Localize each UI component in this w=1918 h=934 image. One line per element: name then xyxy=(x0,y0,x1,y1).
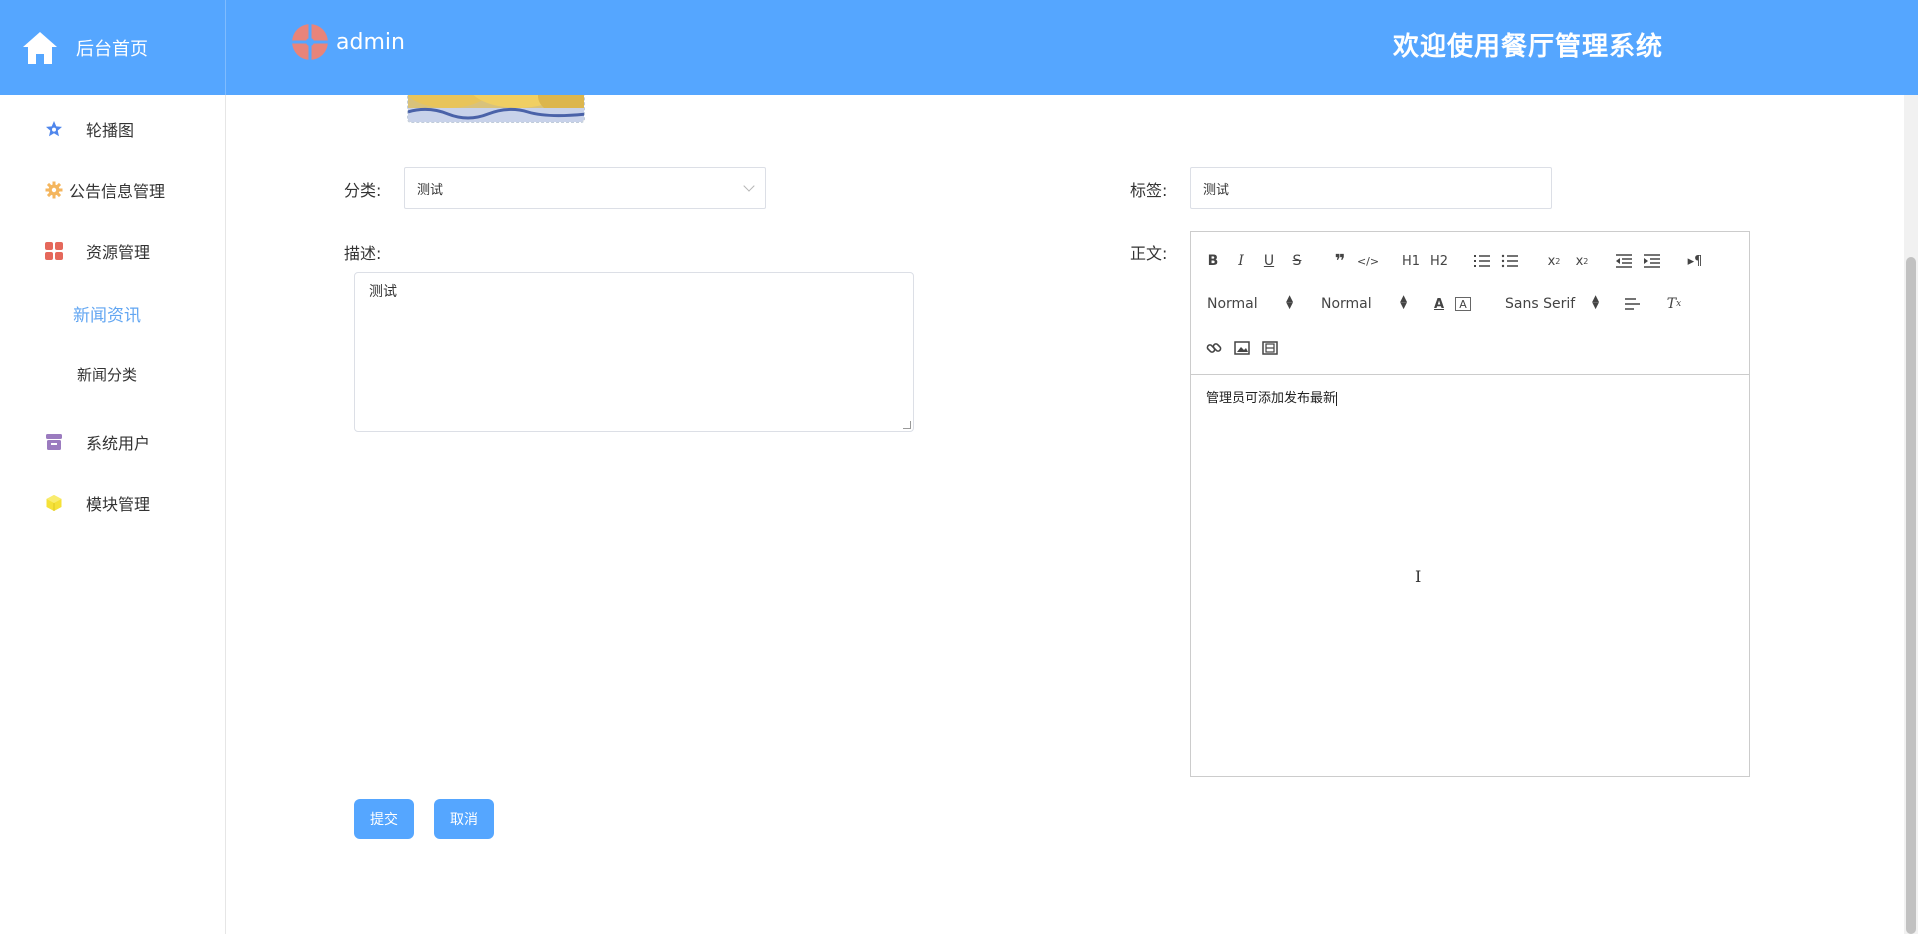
sidebar-item-resources[interactable]: 资源管理 xyxy=(0,231,226,271)
outdent-icon[interactable] xyxy=(1615,251,1633,271)
welcome-title: 欢迎使用餐厅管理系统 xyxy=(1393,32,1664,62)
scrollbar-thumb[interactable] xyxy=(1906,257,1916,934)
text-caret xyxy=(1336,391,1338,406)
category-select[interactable]: 测试 xyxy=(404,167,766,209)
star-icon xyxy=(44,119,64,139)
description-label: 描述: xyxy=(344,244,382,263)
submit-button[interactable]: 提交 xyxy=(354,799,414,839)
sidebar-item-label: 新闻资讯 xyxy=(73,305,141,326)
sidebar: 轮播图 公告信息管理 资源管理 新闻资讯 新闻分类 系统用户 模块管理 xyxy=(0,95,226,934)
heading1-icon[interactable]: H1 xyxy=(1401,251,1421,271)
tags-input[interactable]: 测试 xyxy=(1190,167,1552,209)
align-icon[interactable] xyxy=(1623,294,1641,314)
image-icon[interactable] xyxy=(1233,338,1251,358)
username: admin xyxy=(336,29,405,55)
category-value: 测试 xyxy=(417,182,444,198)
italic-icon[interactable]: I xyxy=(1233,251,1249,271)
sidebar-item-news-category[interactable]: 新闻分类 xyxy=(0,354,226,394)
home-link[interactable]: 后台首页 xyxy=(0,0,226,95)
font-color-icon[interactable]: A xyxy=(1431,294,1447,314)
header-picker[interactable]: Normal ▲ ▼ xyxy=(1321,293,1407,315)
font-picker[interactable]: Sans Serif ▲ ▼ xyxy=(1505,293,1599,315)
underline-icon[interactable]: U xyxy=(1261,251,1277,271)
description-value: 测试 xyxy=(369,284,397,300)
size-picker[interactable]: Normal ▲ ▼ xyxy=(1207,293,1293,315)
archive-icon xyxy=(44,432,64,452)
resize-handle-icon[interactable] xyxy=(903,421,911,429)
cover-image-preview[interactable] xyxy=(407,95,585,123)
text-cursor-icon: I xyxy=(1415,567,1422,586)
sidebar-item-label: 资源管理 xyxy=(86,243,151,262)
blockquote-icon[interactable]: ❞ xyxy=(1331,251,1349,272)
editor-toolbar: B I U S ❞ </> H1 H2 x2 x2 ▸¶ Normal ▲ ▼ … xyxy=(1191,232,1749,375)
updown-icon: ▲ ▼ xyxy=(1286,294,1293,311)
sidebar-item-label: 系统用户 xyxy=(86,434,151,453)
bullet-list-icon[interactable] xyxy=(1501,251,1519,271)
sidebar-item-modules[interactable]: 模块管理 xyxy=(0,483,226,523)
description-textarea[interactable]: 测试 xyxy=(354,272,914,432)
cancel-button[interactable]: 取消 xyxy=(434,799,494,839)
superscript-icon[interactable]: x2 xyxy=(1573,251,1591,271)
sidebar-item-label: 轮播图 xyxy=(86,121,135,140)
sidebar-item-users[interactable]: 系统用户 xyxy=(0,422,226,462)
background-color-icon[interactable]: A xyxy=(1455,297,1471,311)
main-content: 分类: 测试 标签: 测试 描述: 测试 正文: B I U S ❞ </> H… xyxy=(232,95,1918,934)
body-value: 管理员可添加发布最新 xyxy=(1206,391,1337,406)
ordered-list-icon[interactable] xyxy=(1473,251,1491,271)
updown-icon: ▲ ▼ xyxy=(1592,294,1599,311)
size-picker-value: Normal xyxy=(1207,296,1258,312)
sidebar-item-label: 公告信息管理 xyxy=(69,182,166,201)
sidebar-item-notice[interactable]: 公告信息管理 xyxy=(0,170,226,210)
home-label: 后台首页 xyxy=(76,38,148,60)
tags-value: 测试 xyxy=(1203,182,1230,198)
header-picker-value: Normal xyxy=(1321,296,1372,312)
gear-icon xyxy=(44,180,64,200)
link-icon[interactable] xyxy=(1205,338,1223,358)
heading1-label: H1 xyxy=(1401,253,1421,269)
code-block-icon[interactable]: </> xyxy=(1357,251,1379,271)
font-picker-value: Sans Serif xyxy=(1505,296,1576,312)
subscript-icon[interactable]: x2 xyxy=(1545,251,1563,271)
bold-icon[interactable]: B xyxy=(1205,251,1221,271)
updown-icon: ▲ ▼ xyxy=(1400,294,1407,311)
category-label: 分类: xyxy=(344,181,382,200)
body-label: 正文: xyxy=(1130,244,1168,263)
heading2-icon[interactable]: H2 xyxy=(1429,251,1449,271)
tags-label: 标签: xyxy=(1130,181,1168,200)
strikethrough-icon[interactable]: S xyxy=(1289,251,1305,271)
cube-icon xyxy=(44,493,64,513)
sidebar-item-label: 模块管理 xyxy=(86,495,151,514)
sidebar-item-carousel[interactable]: 轮播图 xyxy=(0,109,226,149)
avatar xyxy=(292,24,328,60)
heading2-label: H2 xyxy=(1429,253,1449,269)
grid-icon xyxy=(44,241,64,261)
editor-body[interactable]: 管理员可添加发布最新 xyxy=(1191,375,1749,776)
clear-format-icon[interactable]: Tx xyxy=(1665,294,1683,314)
text-direction-icon[interactable]: ▸¶ xyxy=(1685,251,1705,271)
chevron-down-icon xyxy=(743,180,755,192)
page-scrollbar[interactable] xyxy=(1904,95,1918,934)
sidebar-item-label: 新闻分类 xyxy=(76,365,137,384)
top-header: 后台首页 admin 欢迎使用餐厅管理系统 xyxy=(0,0,1918,95)
sidebar-item-news[interactable]: 新闻资讯 xyxy=(0,293,226,333)
indent-icon[interactable] xyxy=(1643,251,1661,271)
rich-text-editor: B I U S ❞ </> H1 H2 x2 x2 ▸¶ Normal ▲ ▼ … xyxy=(1190,231,1750,777)
video-icon[interactable] xyxy=(1261,338,1279,358)
home-icon xyxy=(20,28,60,68)
user-menu[interactable]: admin xyxy=(292,24,405,60)
